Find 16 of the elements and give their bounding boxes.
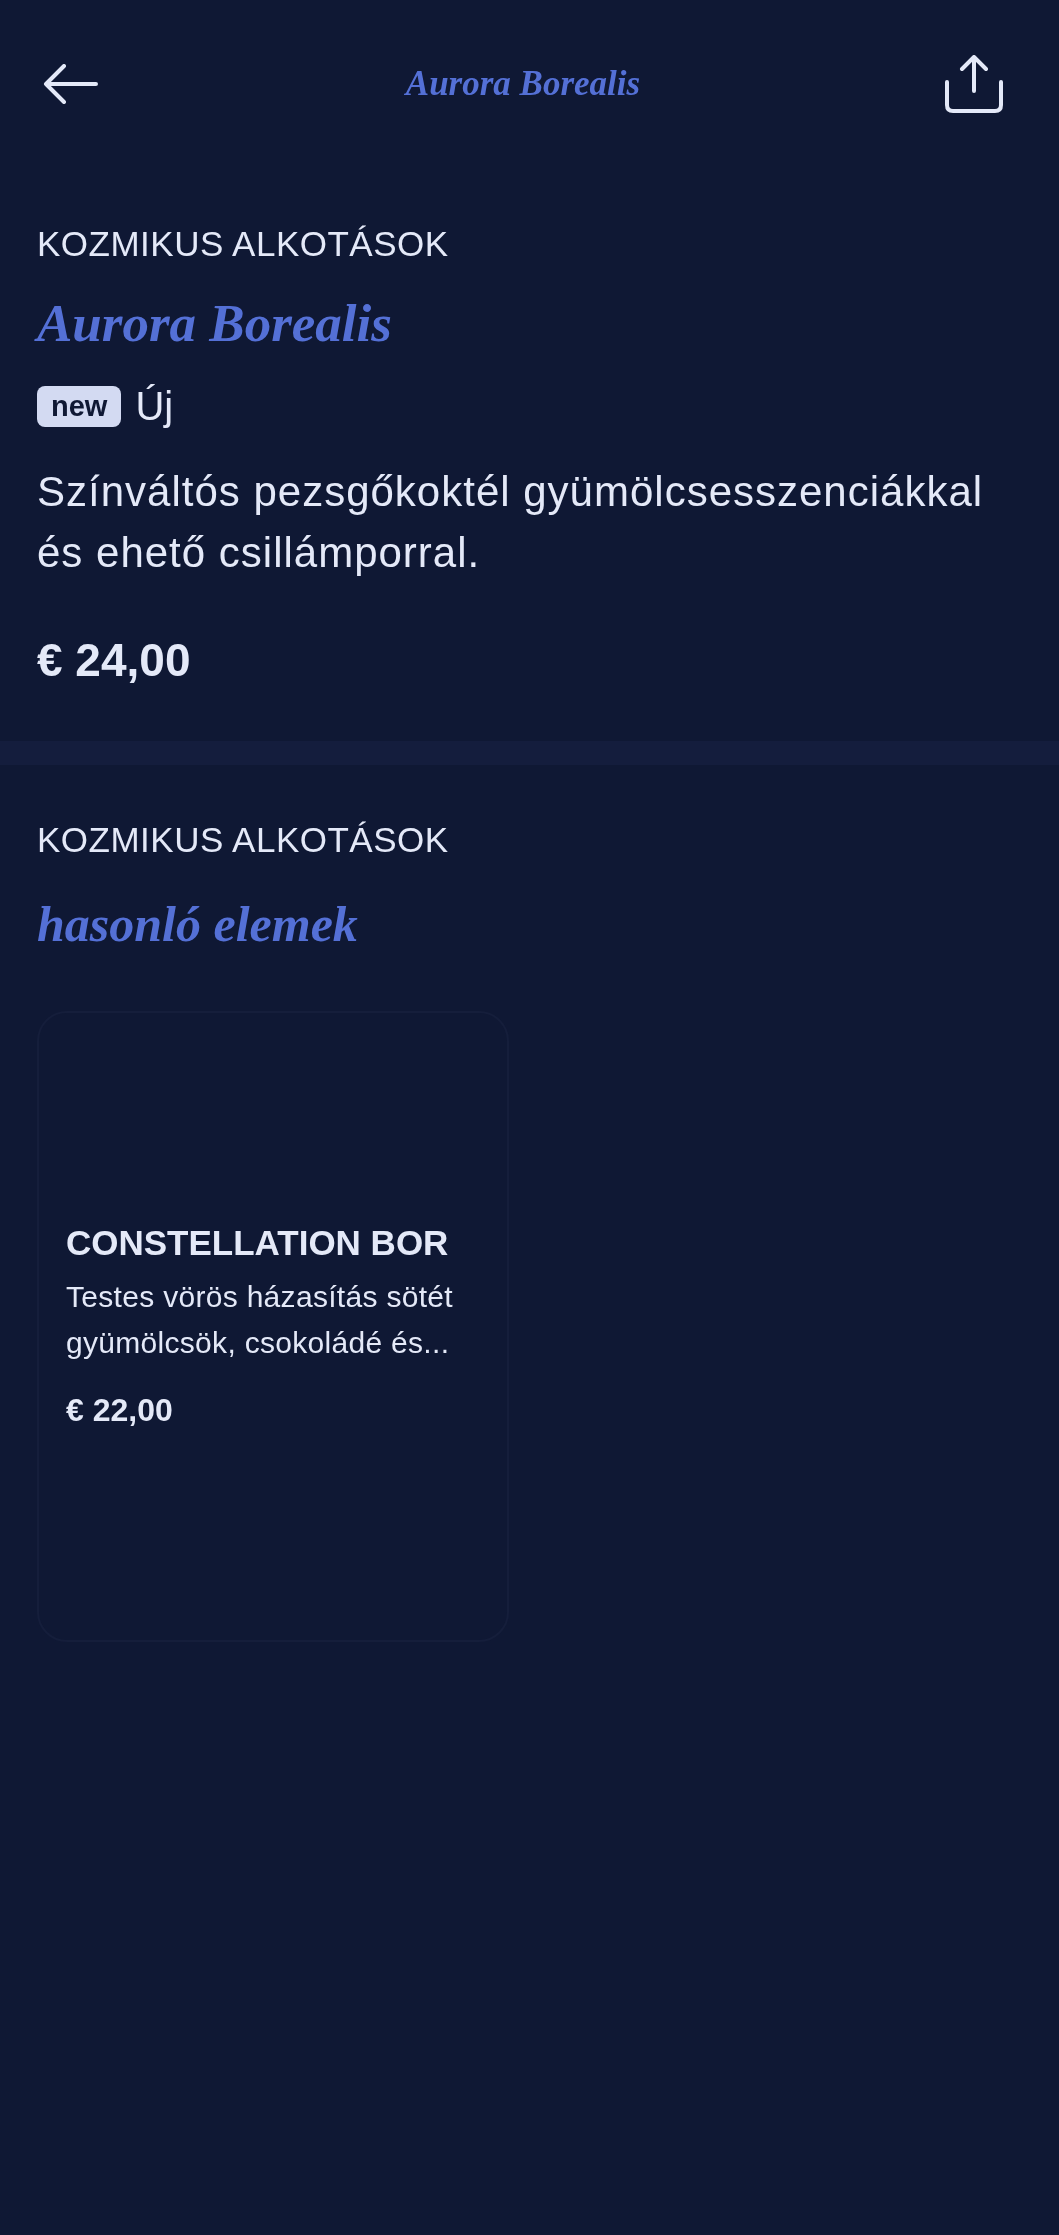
back-button[interactable] [43, 64, 99, 104]
product-price: € 24,00 [37, 633, 191, 687]
new-badge: new [37, 385, 122, 427]
back-arrow-icon [43, 64, 99, 104]
card-description: Testes vörös házasítás sötét gyümölcsök, csokoládé és... [66, 1279, 454, 1361]
share-icon [945, 55, 1003, 113]
card-price: € 22,00 [66, 1392, 173, 1428]
product-card[interactable]: CONSTELLATION BOR Testes vörös házasítás sötét gyümölcsök, csokoládé és... € 22,00 [37, 1011, 509, 1642]
product-description: Színváltós pezsgőkoktél gyümölcsesszenciákkal és ehető csillámporral. [37, 467, 985, 578]
card-title: CONSTELLATION BOR [66, 1223, 449, 1263]
status-label: Új [135, 383, 174, 430]
section-heading: hasonló elemek [37, 895, 358, 954]
category-label: KOZMIKUS ALKOTÁSOK [37, 819, 449, 861]
category-label: KOZMIKUS ALKOTÁSOK [37, 223, 449, 265]
share-button[interactable] [945, 55, 1003, 113]
page-title: Aurora Borealis [405, 63, 641, 105]
